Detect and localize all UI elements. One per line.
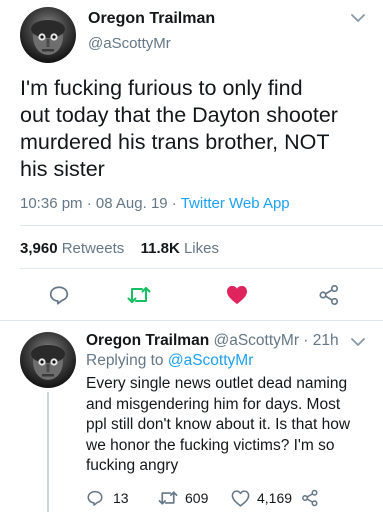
reply-reply-button[interactable] — [86, 489, 104, 507]
reply-icon — [87, 490, 103, 506]
reply-text-line: we honor the fucking victims? I'm so — [86, 436, 335, 454]
tweet-text-line: murdered his trans brother, NOT — [20, 130, 330, 154]
reply-count: 13 — [113, 490, 129, 506]
likes-count: 11.8K — [140, 240, 180, 257]
tweet-time[interactable]: 10:36 pm — [20, 195, 83, 212]
reply-author-name[interactable]: Oregon Trailman — [86, 332, 209, 349]
divider — [0, 320, 383, 321]
likes-label: Likes — [183, 240, 219, 257]
retweet-button[interactable] — [127, 284, 151, 306]
reply-button[interactable] — [48, 284, 70, 306]
retweets-stat[interactable]: 3,960 Retweets — [20, 240, 124, 257]
tweet-client[interactable]: Twitter Web App — [181, 195, 290, 212]
reply-text-line: fucking angry — [86, 457, 179, 474]
share-icon — [319, 285, 339, 305]
reply-header: Oregon Trailman @aScottyMr · 21h — [86, 332, 339, 350]
author-handle[interactable]: @aScottyMr — [88, 35, 171, 52]
reply-share-button[interactable] — [301, 489, 319, 507]
replying-to: Replying to @aScottyMr — [86, 352, 253, 370]
meta-separator: · — [298, 332, 313, 349]
retweet-count: 609 — [185, 490, 209, 506]
reply-text-line: Every single news outlet dead naming — [86, 375, 348, 392]
meta-separator: · — [171, 195, 177, 212]
reply-like-button[interactable] — [231, 490, 250, 507]
reply-icon — [49, 286, 69, 305]
replying-to-handle[interactable]: @aScottyMr — [168, 352, 254, 369]
author-name[interactable]: Oregon Trailman — [88, 10, 215, 28]
reply-author-handle[interactable]: @aScottyMr — [213, 332, 299, 349]
reply-retweet-button[interactable] — [158, 489, 178, 507]
reply-text: Every single news outlet dead naming and… — [86, 374, 381, 477]
reply-age[interactable]: 21h — [313, 332, 339, 349]
tweet-date[interactable]: 08 Aug. 19 — [96, 195, 168, 212]
avatar-face-icon — [31, 19, 65, 55]
like-count: 4,169 — [257, 490, 293, 506]
thread-line — [47, 392, 49, 512]
replying-to-prefix: Replying to — [86, 352, 164, 369]
share-button[interactable] — [318, 284, 340, 306]
heart-icon — [231, 490, 250, 507]
tweet-text-line: out today that the Dayton shooter — [20, 103, 338, 127]
retweets-label: Retweets — [61, 240, 125, 257]
divider — [20, 225, 383, 226]
avatar[interactable] — [20, 7, 76, 63]
tweet-text: I'm fucking furious to only find out tod… — [20, 75, 370, 183]
reply-text-line: ppl still don't know about it. Is that h… — [86, 416, 351, 433]
tweet-text-line: I'm fucking furious to only find — [20, 76, 303, 100]
reply-text-line: and misgendering him for days. Most — [86, 395, 341, 413]
chevron-down-icon[interactable] — [351, 13, 365, 23]
likes-stat[interactable]: 11.8K Likes — [141, 240, 219, 257]
reply-avatar[interactable] — [20, 332, 76, 388]
like-button[interactable] — [226, 285, 248, 305]
heart-icon — [227, 285, 247, 305]
divider — [20, 268, 383, 269]
share-icon — [302, 489, 318, 507]
retweet-icon — [127, 287, 151, 303]
tweet-meta: 10:36 pm · 08 Aug. 19 · Twitter Web App — [20, 195, 290, 212]
tweet-stats: 3,960 Retweets 11.8K Likes — [20, 240, 219, 257]
retweets-count: 3,960 — [20, 240, 58, 257]
tweet-text-line: his sister — [20, 157, 105, 181]
retweet-icon — [158, 491, 178, 505]
chevron-down-icon[interactable] — [351, 337, 365, 347]
avatar-face-icon — [31, 344, 65, 380]
meta-separator: · — [86, 195, 92, 212]
